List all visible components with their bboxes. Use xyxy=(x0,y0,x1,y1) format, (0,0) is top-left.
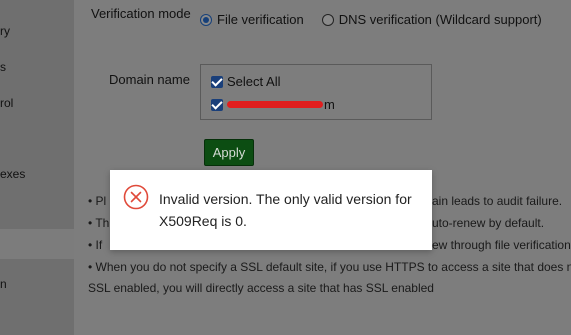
redacted-domain-mark xyxy=(227,101,323,108)
checkbox-checked-icon[interactable] xyxy=(211,98,223,111)
domain-name-label: Domain name xyxy=(109,72,190,87)
sidebar: ry s rol exes n xyxy=(0,0,74,335)
checkbox-checked-icon[interactable] xyxy=(211,75,223,88)
note-line-3-left: • If xyxy=(88,238,103,252)
domain-suffix: m xyxy=(324,97,335,112)
verification-mode-label: Verification mode xyxy=(91,6,191,21)
verification-mode-radio-group: File verification DNS verification (Wild… xyxy=(200,12,560,27)
dns-verification-option[interactable]: DNS verification (Wildcard support) xyxy=(321,12,542,27)
sidebar-item-1[interactable]: ry xyxy=(0,24,10,38)
select-all-row[interactable]: Select All xyxy=(211,74,280,89)
error-dialog: Invalid version. The only valid version … xyxy=(110,170,432,250)
note-line-5: SSL enabled, you will directly access a … xyxy=(88,281,434,295)
domain-row[interactable]: m xyxy=(211,97,335,112)
select-all-label: Select All xyxy=(227,74,281,89)
dns-verification-label: DNS verification (Wildcard support) xyxy=(338,12,542,27)
file-verification-option[interactable]: File verification xyxy=(200,12,304,27)
note-line-4: • When you do not specify a SSL default … xyxy=(88,260,571,274)
domain-list-box: Select All m xyxy=(200,64,432,120)
note-line-2-right: uto-renew by default. xyxy=(432,216,545,230)
error-message: Invalid version. The only valid version … xyxy=(159,191,412,229)
note-line-1-left: • Pl xyxy=(88,194,107,208)
apply-button[interactable]: Apply xyxy=(204,139,254,166)
sidebar-item-5[interactable]: n xyxy=(0,277,7,291)
radio-unchecked-icon[interactable] xyxy=(321,13,334,26)
sidebar-active-highlight xyxy=(0,229,74,259)
sidebar-item-3[interactable]: rol xyxy=(0,96,13,110)
radio-checked-icon[interactable] xyxy=(200,13,212,26)
error-circle-x-icon xyxy=(123,184,149,210)
note-line-1-right: ain leads to audit failure. xyxy=(432,194,563,208)
file-verification-label: File verification xyxy=(217,12,304,27)
sidebar-item-2[interactable]: s xyxy=(0,60,6,74)
note-line-3-right: ew through file verification xyxy=(432,238,571,252)
sidebar-item-4[interactable]: exes xyxy=(0,167,25,181)
note-line-2-left: • Th xyxy=(88,216,110,230)
